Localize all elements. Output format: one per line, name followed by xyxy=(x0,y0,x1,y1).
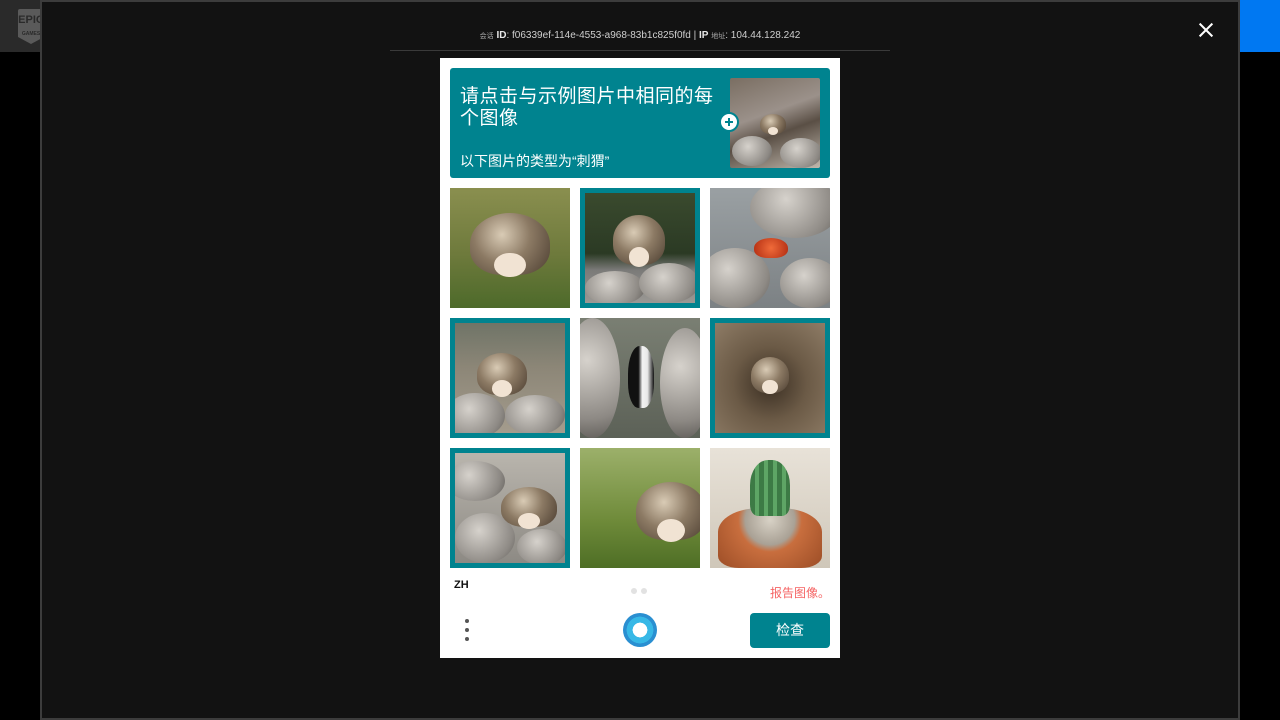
session-info: 会话 ID: f06339ef-114e-4553-a968-83b1c825f… xyxy=(479,30,801,41)
check-button[interactable]: 检查 xyxy=(750,613,830,648)
penguin-figure xyxy=(628,346,654,408)
hcaptcha-challenge: 请点击与示例图片中相同的每个图像 以下图片的类型为“刺猬” ZH 报告图像。 检… xyxy=(440,58,840,658)
cactus-figure xyxy=(750,460,790,516)
prompt-subtitle: 以下图片的类型为“刺猬” xyxy=(460,153,610,169)
image-tile-8[interactable] xyxy=(580,448,700,568)
crab-figure xyxy=(754,238,788,258)
header-action[interactable] xyxy=(1238,0,1280,52)
prompt-banner: 请点击与示例图片中相同的每个图像 以下图片的类型为“刺猬” xyxy=(450,68,830,178)
image-tile-5[interactable] xyxy=(580,318,700,438)
image-tile-7[interactable] xyxy=(450,448,570,568)
hedgehog-figure xyxy=(760,114,786,135)
image-tile-6[interactable] xyxy=(710,318,830,438)
pagination-dots xyxy=(631,588,651,594)
divider xyxy=(390,50,890,51)
menu-icon[interactable] xyxy=(464,618,470,644)
close-icon[interactable] xyxy=(1196,20,1216,40)
image-tile-1[interactable] xyxy=(450,188,570,308)
image-tile-3[interactable] xyxy=(710,188,830,308)
report-image-link[interactable]: 报告图像。 xyxy=(770,584,830,601)
hcaptcha-logo-icon[interactable] xyxy=(623,613,657,647)
image-tile-4[interactable] xyxy=(450,318,570,438)
language-selector[interactable]: ZH xyxy=(454,579,469,591)
example-image xyxy=(730,78,820,168)
prompt-title: 请点击与示例图片中相同的每个图像 xyxy=(460,86,714,129)
image-tile-2[interactable] xyxy=(580,188,700,308)
image-tile-9[interactable] xyxy=(710,448,830,568)
plus-icon[interactable] xyxy=(719,112,739,132)
